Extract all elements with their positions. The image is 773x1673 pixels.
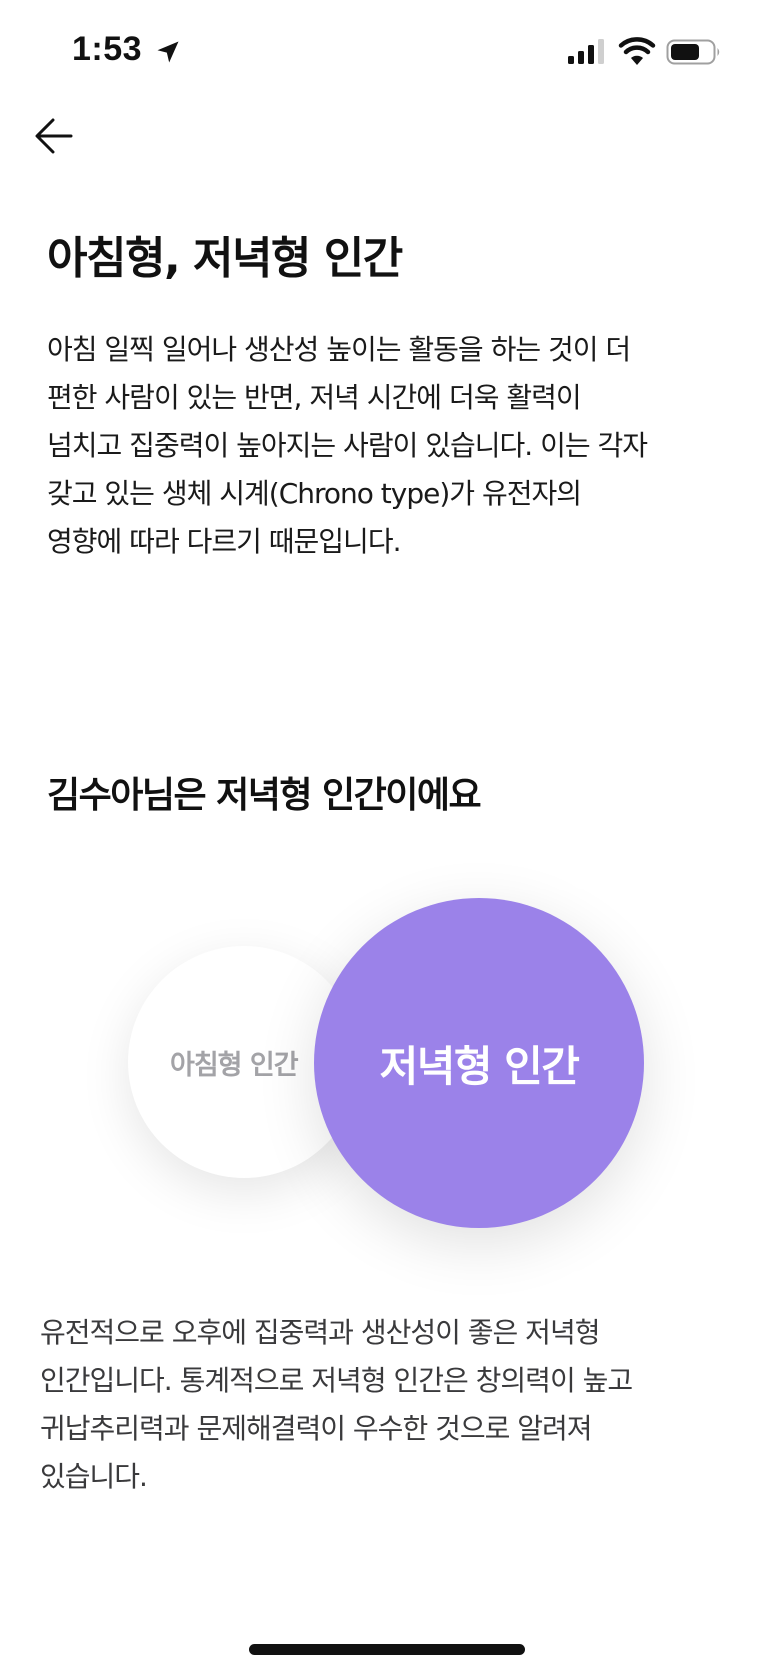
evening-type-label: 저녁형 인간 [379,1041,580,1091]
intro-line: 갖고 있는 생체 시계(Chrono type)가 유전자의 [47,477,582,510]
morning-type-label: 아침형 인간 [170,1049,299,1081]
status-bar: 1:53 [0,0,773,100]
result-heading: 김수아님은 저녁형 인간이에요 [47,775,482,816]
evening-type-circle: 저녁형 인간 [314,898,644,1228]
location-arrow-icon [157,41,179,63]
result-line: 있습니다. [40,1460,148,1493]
result-description: 유전적으로 오후에 집중력과 생산성이 좋은 저녁형 인간입니다. 통계적으로 … [40,1309,740,1501]
home-indicator[interactable] [249,1644,525,1655]
intro-line: 편한 사람이 있는 반면, 저녁 시간에 더욱 활력이 [47,381,582,414]
result-line: 귀납추리력과 문제해결력이 우수한 것으로 알려져 [40,1412,593,1445]
cellular-signal-icon [568,39,604,64]
status-time: 1:53 [72,30,143,68]
back-arrow-icon [35,118,73,154]
intro-line: 영향에 따라 다르기 때문입니다. [47,525,401,558]
intro-line: 넘치고 집중력이 높아지는 사람이 있습니다. 이는 각자 [47,429,648,462]
result-line: 인간입니다. 통계적으로 저녁형 인간은 창의력이 높고 [40,1364,633,1397]
intro-paragraph: 아침 일찍 일어나 생산성 높이는 활동을 하는 것이 더 편한 사람이 있는 … [47,326,737,566]
back-button[interactable] [26,108,82,164]
result-line: 유전적으로 오후에 집중력과 생산성이 좋은 저녁형 [40,1316,600,1349]
chronotype-circles: 아침형 인간 저녁형 인간 [0,880,773,1260]
page-title: 아침형, 저녁형 인간 [47,233,403,284]
battery-icon [666,39,720,65]
wifi-icon [618,37,656,65]
intro-line: 아침 일찍 일어나 생산성 높이는 활동을 하는 것이 더 [47,333,631,366]
